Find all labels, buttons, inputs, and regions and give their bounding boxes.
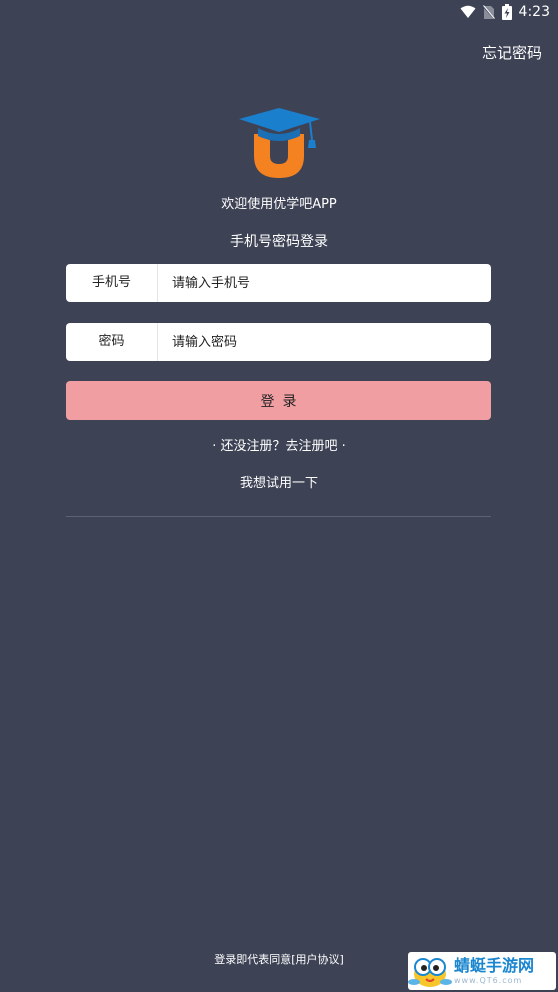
agreement-prefix: 登录即代表同意 [214, 953, 292, 966]
watermark: 蜻蜓手游网 www.QT6.com [408, 952, 556, 990]
login-mode-title: 手机号密码登录 [230, 234, 328, 250]
no-sim-icon [482, 4, 495, 20]
dragonfly-mascot-icon [408, 958, 452, 987]
status-time: 4:23 [518, 4, 550, 20]
wifi-icon [460, 5, 476, 18]
password-label: 密码 [66, 323, 158, 361]
user-agreement-link[interactable]: [用户协议] [291, 953, 344, 966]
phone-input[interactable] [158, 264, 491, 302]
watermark-text: 蜻蜓手游网 www.QT6.com [454, 956, 534, 986]
register-link[interactable]: · 还没注册？去注册吧 · [0, 435, 558, 454]
app-logo [239, 108, 320, 178]
watermark-url: www.QT6.com [454, 976, 523, 985]
welcome-text: 欢迎使用优学吧APP [221, 197, 337, 212]
watermark-title: 蜻蜓手游网 [454, 956, 535, 975]
divider [66, 516, 491, 517]
trial-link[interactable]: 我想试用一下 [0, 472, 558, 491]
forgot-password-link[interactable]: 忘记密码 [482, 42, 542, 63]
status-icons: 4:23 [460, 3, 550, 21]
status-bar: 4:23 [0, 0, 558, 24]
password-input[interactable] [158, 323, 491, 361]
phone-label: 手机号 [66, 264, 158, 302]
battery-charging-icon [501, 4, 512, 20]
login-button[interactable]: 登录 [66, 381, 491, 420]
phone-field: 手机号 [66, 264, 491, 302]
password-field: 密码 [66, 323, 491, 361]
